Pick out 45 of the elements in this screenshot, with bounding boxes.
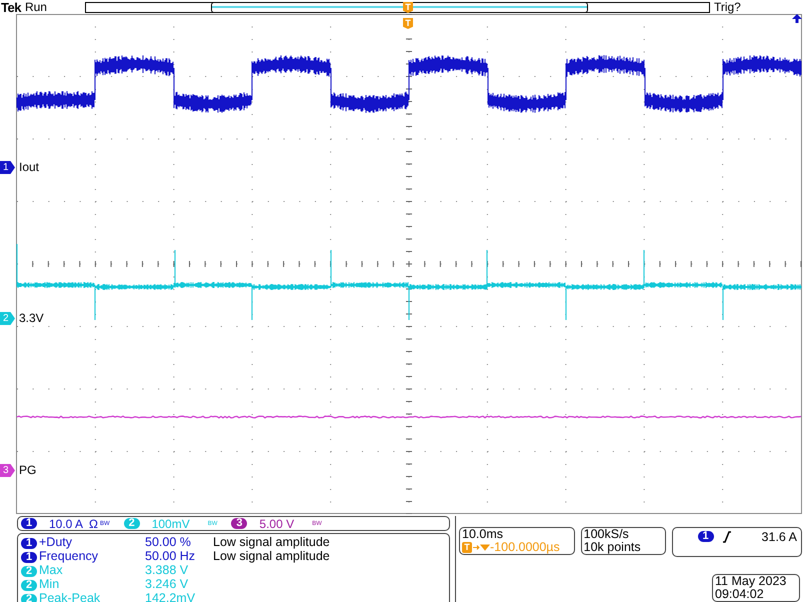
measurement-note: Low signal amplitude: [213, 549, 331, 563]
channel-badge[interactable]: 3: [231, 518, 248, 529]
vertical-scale: 5.00 V: [259, 516, 294, 530]
measurement-note: Low signal amplitude: [213, 535, 331, 549]
channel-marker[interactable]: 3: [0, 464, 15, 477]
channel-badge: 1: [21, 552, 37, 563]
record-length: 10k points: [584, 541, 642, 554]
brand-logo: Tek: [1, 0, 21, 14]
channel-badge: 1: [21, 538, 37, 549]
measurement-value: 50.00 Hz: [145, 549, 196, 563]
channel-badge: 2: [21, 580, 37, 591]
channel-label: 3.3V: [19, 312, 44, 325]
trigger-status: Trig?: [714, 0, 741, 14]
date-text: 11 May 2023: [715, 575, 788, 588]
measurement-name: Frequency: [39, 549, 100, 563]
unit-mark: Ω: [89, 516, 98, 530]
measurement-name: Max: [39, 563, 64, 577]
time-text: 09:04:02: [715, 588, 765, 601]
rising-edge-icon: [722, 531, 732, 543]
measurement-name: Peak-Peak: [39, 591, 102, 602]
measurement-value: 3.246 V: [145, 577, 190, 591]
channel-marker[interactable]: 1: [0, 161, 15, 174]
measurement-name: Min: [39, 577, 60, 591]
measurement-value: 142.2mV: [145, 591, 196, 602]
measurement-name: +Duty: [39, 535, 74, 549]
vertical-scale: 100mV: [152, 516, 190, 530]
channel-badge: 2: [21, 594, 37, 602]
measurement-value: 3.388 V: [145, 563, 190, 577]
channel-label: PG: [19, 464, 36, 477]
horizontal-position: -100.0000µs: [490, 541, 560, 554]
measurement-value: 50.00 %: [145, 535, 192, 549]
trigger-level-arrow-icon: [792, 14, 802, 23]
channel-badge: 2: [21, 566, 37, 577]
sample-rate: 100kS/s: [584, 528, 630, 541]
trigger-position-marker: T: [403, 18, 413, 29]
channel-badge[interactable]: 1: [21, 518, 37, 529]
arrow-icon: [472, 543, 490, 552]
vertical-scale: 10.0 A: [49, 516, 84, 530]
horizontal-scale: 10.0ms: [462, 528, 504, 541]
channel-label: Iout: [19, 161, 40, 174]
trigger-badge: T: [462, 542, 472, 553]
trigger-level: 31.6 A: [762, 531, 797, 544]
trigger-position-marker: T: [403, 2, 413, 13]
acquisition-state: Run: [24, 0, 48, 14]
channel-badge: 1: [698, 531, 714, 542]
